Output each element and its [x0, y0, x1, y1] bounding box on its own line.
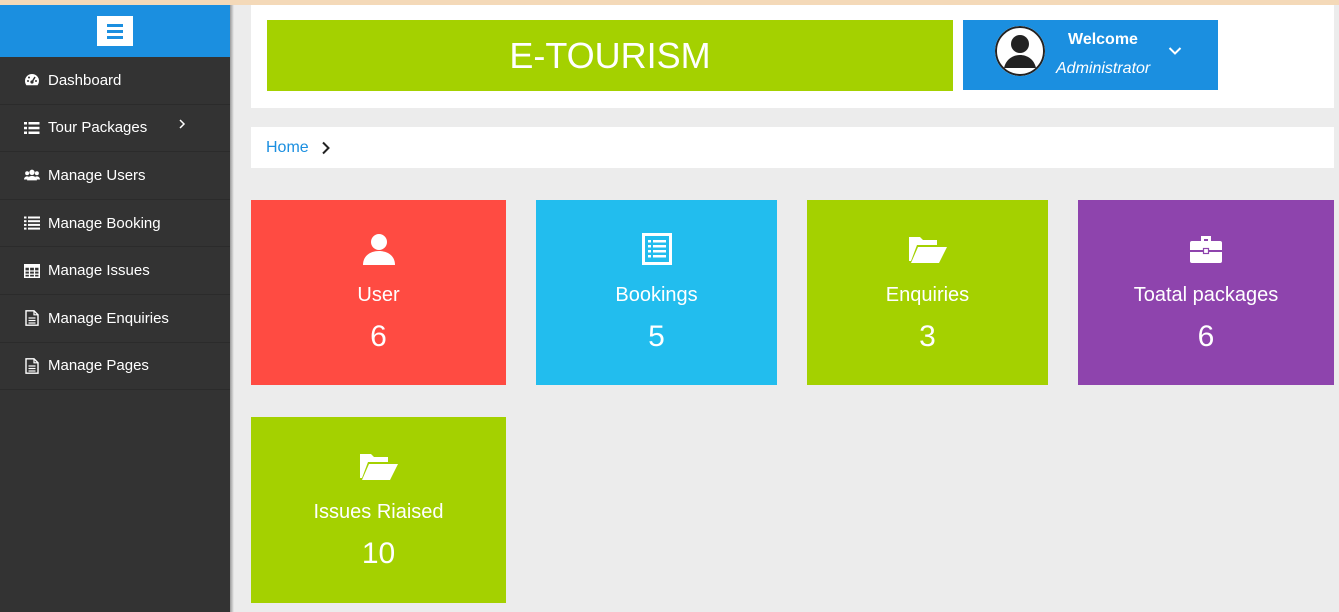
chevron-down-icon[interactable]: [1168, 43, 1182, 61]
list-icon: [24, 120, 40, 136]
chevron-right-icon: [178, 117, 186, 132]
sidebar-menu: Dashboard Tour Packages Manage Users Man…: [0, 57, 230, 391]
sidebar-item-label: Dashboard: [48, 71, 122, 89]
folder-open-icon: [251, 449, 506, 483]
sidebar-item-label: Manage Issues: [48, 262, 150, 280]
users-icon: [24, 167, 40, 183]
card-label: Toatal packages: [1133, 284, 1279, 306]
card-label: User: [357, 284, 400, 306]
stat-card-user[interactable]: User 6: [251, 200, 506, 385]
table-icon: [24, 263, 40, 279]
sidebar-item-tour-packages[interactable]: Tour Packages: [0, 105, 230, 153]
sidebar-item-label: Manage Enquiries: [48, 309, 169, 327]
file-icon: [24, 357, 40, 374]
card-value: 5: [648, 320, 665, 353]
sidebar: Dashboard Tour Packages Manage Users Man…: [0, 5, 230, 612]
dashboard-icon: [24, 72, 40, 88]
list-alt-icon: [536, 232, 777, 266]
card-value: 6: [1197, 320, 1215, 353]
stat-card-total-packages[interactable]: Toatal packages 6: [1078, 200, 1334, 385]
sidebar-item-manage-enquiries[interactable]: Manage Enquiries: [0, 295, 230, 343]
brand-title: E-TOURISM: [267, 20, 953, 91]
list-icon: [24, 215, 40, 231]
breadcrumb: Home: [251, 127, 1334, 168]
sidebar-item-manage-users[interactable]: Manage Users: [0, 152, 230, 200]
sidebar-item-label: Manage Users: [48, 166, 146, 184]
stat-card-enquiries[interactable]: Enquiries 3: [807, 200, 1048, 385]
sidebar-item-manage-pages[interactable]: Manage Pages: [0, 343, 230, 391]
sidebar-item-manage-booking[interactable]: Manage Booking: [0, 200, 230, 248]
user-role: Administrator: [1056, 60, 1151, 77]
card-value: 6: [370, 320, 387, 353]
folder-open-icon: [807, 232, 1048, 266]
stat-card-issues-raised[interactable]: Issues Riaised 10: [251, 417, 506, 603]
profile-dropdown[interactable]: Welcome Administrator: [963, 20, 1218, 90]
card-value: 10: [361, 537, 396, 570]
card-label: Issues Riaised: [313, 501, 444, 523]
sidebar-item-label: Manage Booking: [48, 214, 161, 232]
card-label: Enquiries: [885, 284, 970, 306]
avatar: [995, 26, 1045, 76]
sidebar-item-label: Tour Packages: [48, 119, 148, 137]
user-icon: [251, 232, 506, 266]
breadcrumb-home-link[interactable]: Home: [266, 139, 309, 157]
sidebar-shadow: [230, 5, 234, 612]
sidebar-item-manage-issues[interactable]: Manage Issues: [0, 247, 230, 295]
stat-card-bookings[interactable]: Bookings 5: [536, 200, 777, 385]
menu-toggle-icon[interactable]: [97, 16, 133, 46]
card-label: Bookings: [615, 284, 698, 306]
sidebar-item-dashboard[interactable]: Dashboard: [0, 57, 230, 105]
sidebar-header: [0, 5, 230, 57]
welcome-text: Welcome: [1068, 31, 1138, 48]
file-icon: [24, 310, 40, 327]
sidebar-item-label: Manage Pages: [48, 357, 149, 375]
briefcase-icon: [1078, 232, 1334, 266]
chevron-right-icon: [321, 141, 331, 155]
card-value: 3: [919, 320, 936, 353]
